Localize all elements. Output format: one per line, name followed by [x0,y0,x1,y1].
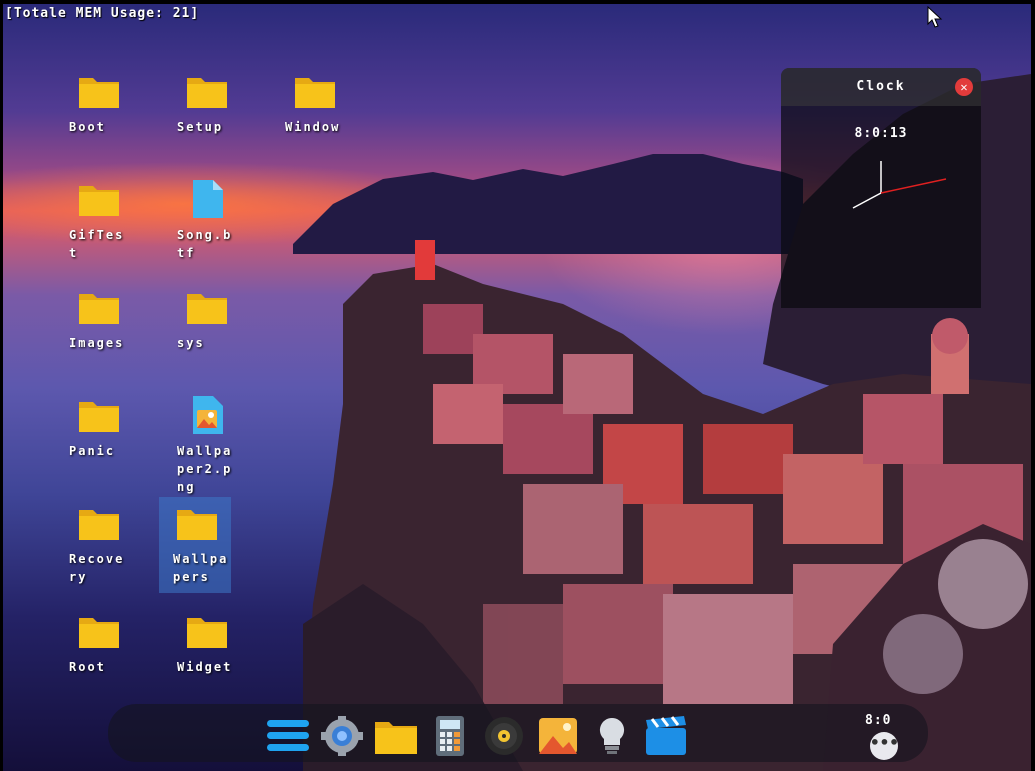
desktop-icon-widget[interactable]: Widget [169,612,241,702]
music-disc-icon[interactable] [481,716,527,756]
clock-title-bar[interactable]: Clock ✕ [781,68,981,106]
desktop-icon-window[interactable]: Window [277,72,349,162]
clock-digital-time: 8:0:13 [854,126,908,141]
folder-icon [187,294,227,324]
lightbulb-icon[interactable] [589,716,635,756]
memory-usage-status: [Totale MEM Usage: 21] [5,6,200,21]
desktop-icon-panic[interactable]: Panic [61,396,133,486]
folder-icon [79,186,119,216]
tray-clock: 8:0 [865,713,892,728]
file-manager-folder-icon[interactable] [373,716,419,756]
folder-icon [187,618,227,648]
desktop: [Totale MEM Usage: 21] Boot Setup Window… [3,4,1031,771]
folder-icon [79,618,119,648]
minute-hand [852,192,882,209]
desktop-icon-label: Panic [69,444,116,458]
desktop-icon-setup[interactable]: Setup [169,72,241,162]
desktop-icon-root[interactable]: Root [61,612,133,702]
folder-icon [79,402,119,432]
desktop-icon-label: GifTest [69,228,125,260]
settings-gear-icon[interactable] [319,716,365,756]
clock-title: Clock [856,79,906,94]
more-dots-icon[interactable]: ••• [870,732,899,760]
desktop-icon-label: Boot [69,120,106,134]
close-icon[interactable]: ✕ [955,78,973,96]
desktop-icon-song-btf[interactable]: Song.btf [169,180,241,270]
desktop-icon-label: Root [69,660,106,674]
desktop-icon-sys[interactable]: sys [169,288,241,378]
folder-icon [79,294,119,324]
desktop-icon-label: Wallpaper2.png [177,444,233,494]
file-icon [193,180,223,218]
video-clapper-icon[interactable] [643,716,689,756]
desktop-icon-label: Images [69,336,125,350]
mouse-pointer-icon [927,6,943,28]
folder-icon [177,510,217,540]
calculator-icon[interactable] [427,716,473,756]
desktop-icon-label: sys [177,336,205,350]
second-hand [880,178,947,194]
desktop-icon-label: Wallpapers [173,552,229,584]
desktop-icon-label: Widget [177,660,233,674]
desktop-icon-label: Window [285,120,341,134]
desktop-icon-boot[interactable]: Boot [61,72,133,162]
desktop-icon-label: Song.btf [177,228,233,260]
desktop-icon-label: Setup [177,120,224,134]
desktop-icon-images[interactable]: Images [61,288,133,378]
image-viewer-icon[interactable] [535,716,581,756]
desktop-icon-recovery[interactable]: Recovery [61,504,133,594]
image-file-icon [193,396,223,434]
folder-icon [79,510,119,540]
desktop-icon-wallpapers[interactable]: Wallpapers [159,497,231,593]
clock-widget[interactable]: Clock ✕ 8:0:13 [781,68,981,308]
desktop-icon-giftest[interactable]: GifTest [61,180,133,270]
folder-icon [79,78,119,108]
folder-icon [187,78,227,108]
desktop-icon-wallpaper2-png[interactable]: Wallpaper2.png [169,396,241,494]
folder-icon [295,78,335,108]
analog-clock-hands [852,161,947,209]
menu-icon[interactable] [265,716,311,756]
desktop-icon-label: Recovery [69,552,125,584]
